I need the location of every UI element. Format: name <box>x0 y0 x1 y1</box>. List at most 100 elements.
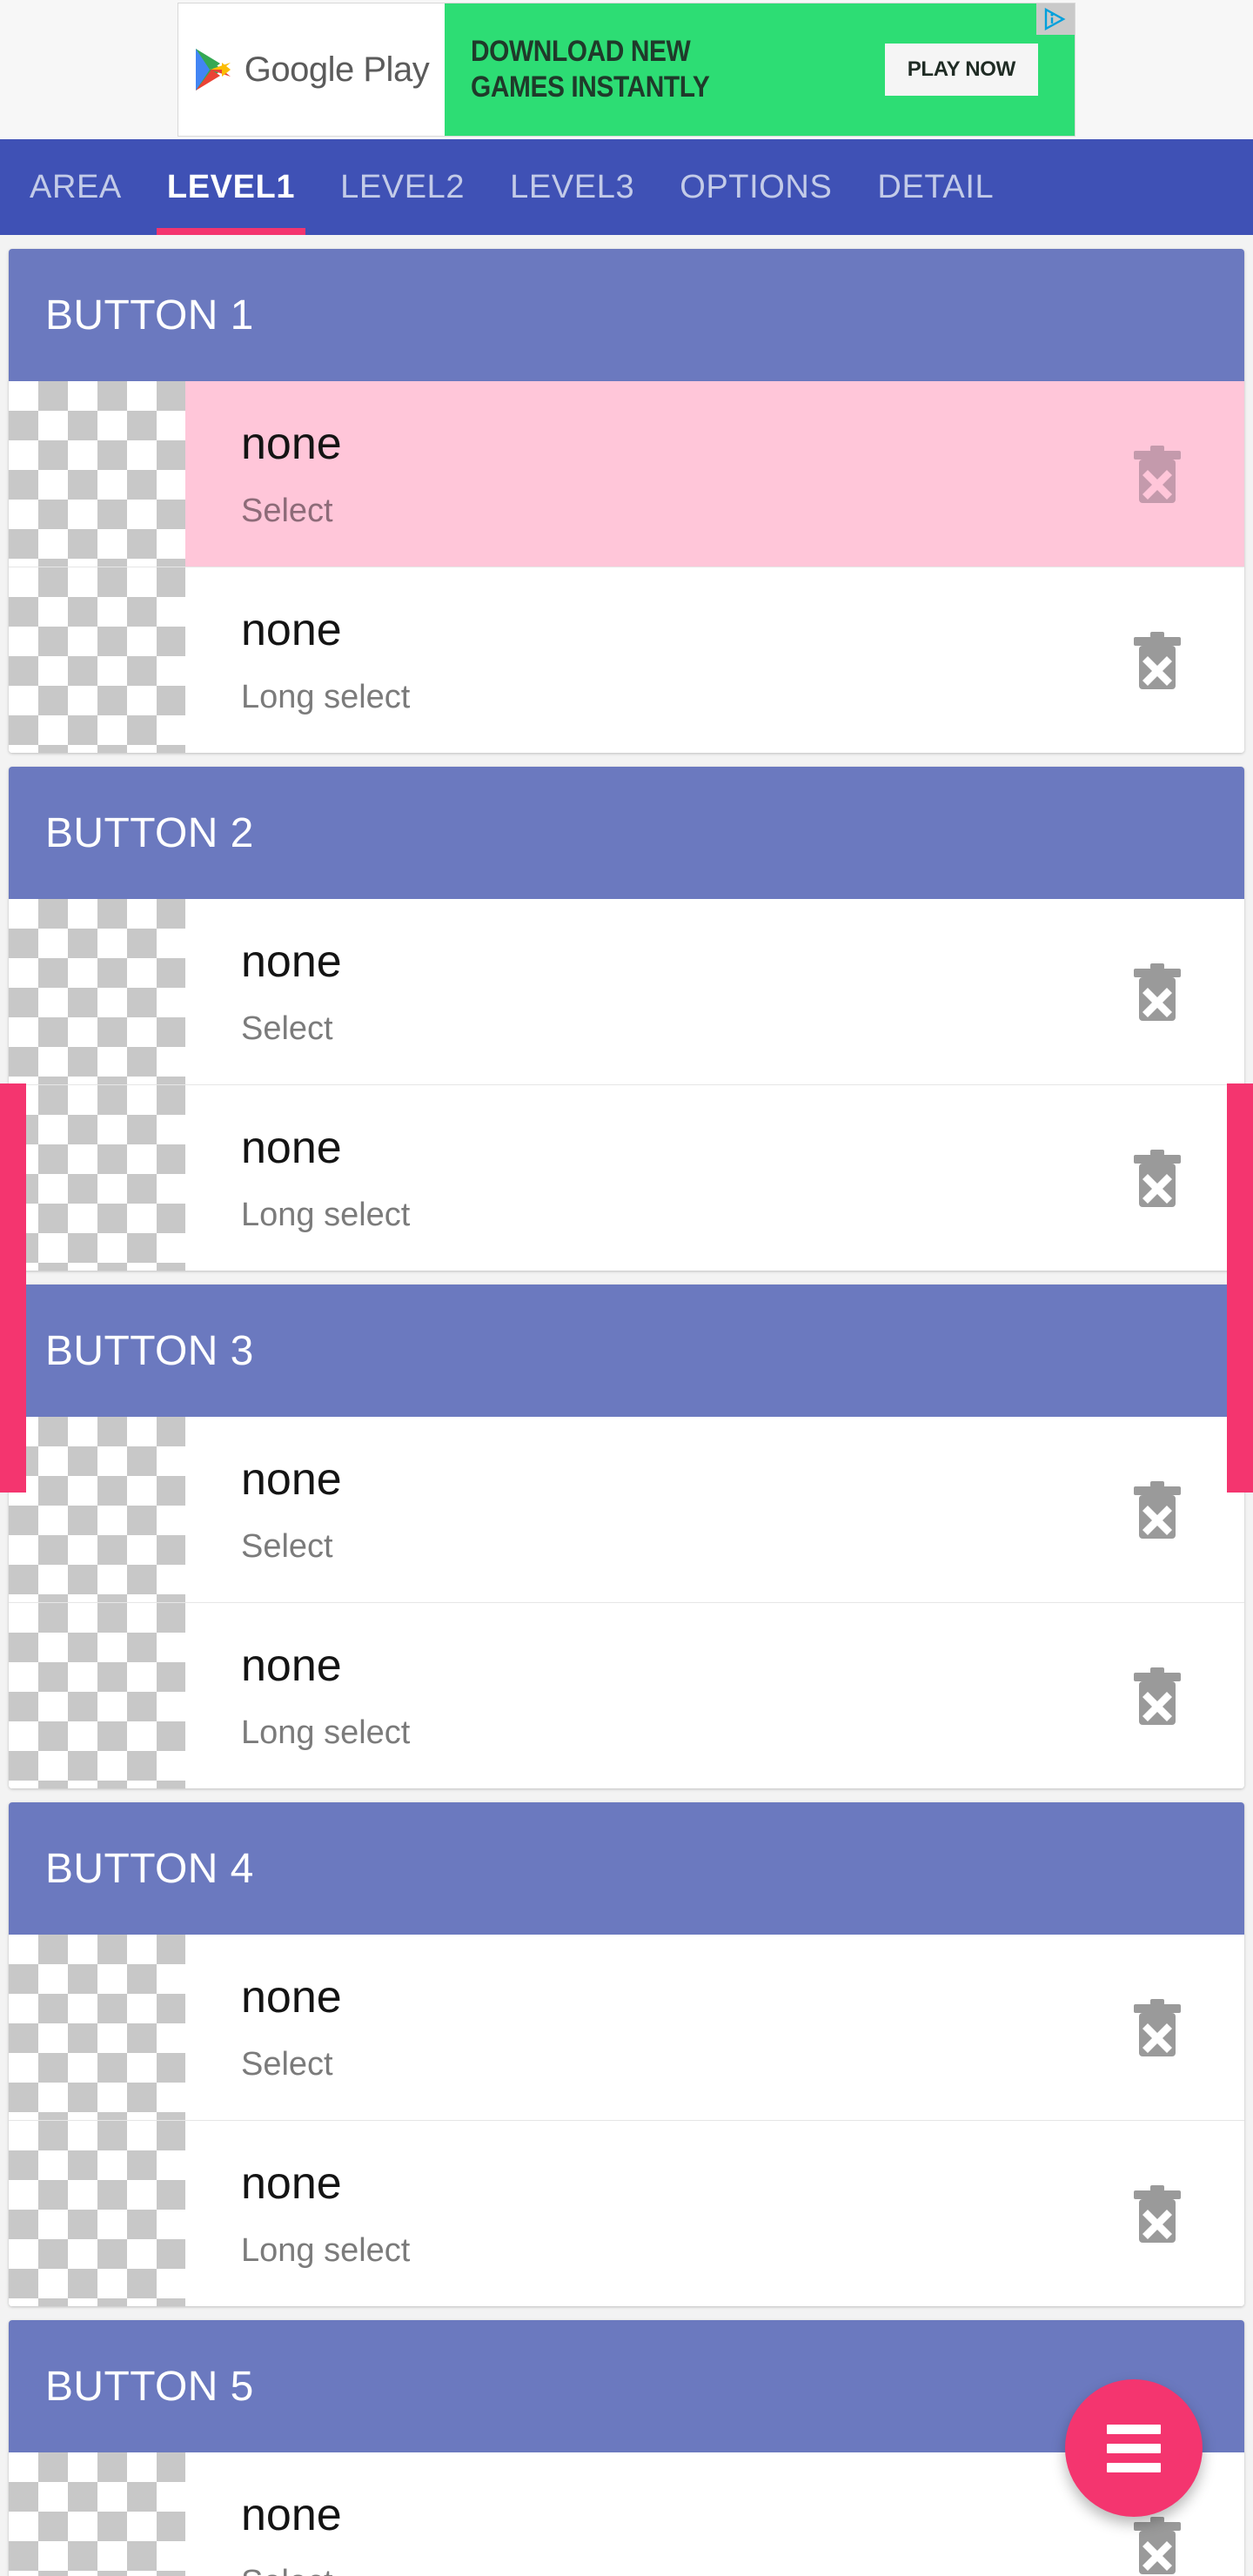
action-row-subtitle: Long select <box>241 1196 411 1233</box>
google-play-triangle-icon <box>194 47 232 92</box>
tab-detail[interactable]: DETAIL <box>854 139 1016 235</box>
hamburger-menu-icon-line-2 <box>1107 2443 1161 2453</box>
action-row[interactable]: none Select <box>9 899 1244 1084</box>
ad-inner[interactable]: Google Play DOWNLOAD NEW GAMES INSTANTLY… <box>178 3 1075 136</box>
tab-label: AREA <box>30 168 122 205</box>
section-header-button-2[interactable]: BUTTON 2 <box>9 767 1244 899</box>
delete-button[interactable] <box>1070 567 1244 753</box>
tab-label: LEVEL3 <box>510 168 635 205</box>
action-row[interactable]: none Long select <box>9 1602 1244 1788</box>
action-row-subtitle: Long select <box>241 678 411 715</box>
trash-x-icon <box>1130 1664 1184 1728</box>
tab-area[interactable]: AREA <box>0 139 144 235</box>
trash-x-icon <box>1130 1146 1184 1211</box>
action-row[interactable]: none Select <box>9 381 1244 567</box>
checkerboard-thumbnail-icon[interactable] <box>9 567 185 753</box>
tab-label: OPTIONS <box>680 168 833 205</box>
swipe-edge-bar-right[interactable] <box>1227 1083 1253 1493</box>
section-header-title: BUTTON 4 <box>45 1845 254 1892</box>
trash-x-icon <box>1130 628 1184 693</box>
menu-fab-button[interactable] <box>1065 2379 1203 2517</box>
section-header-title: BUTTON 2 <box>45 809 254 856</box>
action-row[interactable]: none Long select <box>9 567 1244 753</box>
action-row[interactable]: none Select <box>9 2452 1244 2576</box>
ad-brand-logo-box: Google Play <box>178 3 445 136</box>
ad-play-now-button[interactable]: PLAY NOW <box>884 44 1038 96</box>
action-row-title: none <box>241 1972 342 2023</box>
section-header-title: BUTTON 1 <box>45 292 254 339</box>
action-row-title: none <box>241 1454 342 1506</box>
button-group-card: BUTTON 4 none Select none Long select <box>9 1802 1244 2306</box>
action-row-subtitle: Select <box>241 1010 333 1047</box>
delete-button[interactable] <box>1070 1935 1244 2120</box>
delete-button[interactable] <box>1070 899 1244 1084</box>
trash-x-icon <box>1130 442 1184 506</box>
action-row-subtitle: Select <box>241 2566 1070 2576</box>
tab-bar[interactable]: AREA LEVEL1 LEVEL2 LEVEL3 OPTIONS DETAIL <box>0 139 1253 235</box>
action-row-title: none <box>241 1640 342 1692</box>
checkerboard-thumbnail-icon[interactable] <box>9 1085 185 1271</box>
action-row-subtitle: Long select <box>241 2231 411 2269</box>
checkerboard-thumbnail-icon[interactable] <box>9 1417 185 1602</box>
action-row-title: none <box>241 2158 342 2210</box>
ad-headline-line2: GAMES INSTANTLY <box>471 70 710 104</box>
checkerboard-thumbnail-icon[interactable] <box>9 2452 185 2576</box>
action-row-subtitle: Select <box>241 2045 333 2083</box>
delete-button[interactable] <box>1070 1085 1244 1271</box>
delete-button[interactable] <box>1070 1417 1244 1602</box>
action-row-body: none Select <box>185 899 1070 1084</box>
advertisement-banner[interactable]: Google Play DOWNLOAD NEW GAMES INSTANTLY… <box>0 0 1253 139</box>
tab-label: LEVEL2 <box>340 168 466 205</box>
action-row-body: none Select <box>185 1935 1070 2120</box>
button-group-card: BUTTON 2 none Select none Long select <box>9 767 1244 1271</box>
tab-label: LEVEL1 <box>166 168 296 205</box>
checkerboard-thumbnail-icon[interactable] <box>9 1935 185 2120</box>
tab-level3[interactable]: LEVEL3 <box>487 139 657 235</box>
delete-button[interactable] <box>1070 381 1244 567</box>
section-header-title: BUTTON 5 <box>45 2363 254 2410</box>
action-row-subtitle: Select <box>241 1527 333 1565</box>
ad-headline-line1: DOWNLOAD NEW <box>471 34 691 68</box>
tab-level1[interactable]: LEVEL1 <box>144 139 318 235</box>
action-row-subtitle: Long select <box>241 1714 411 1751</box>
action-row[interactable]: none Select <box>9 1935 1244 2120</box>
ad-brand-label: Google Play <box>244 50 430 89</box>
hamburger-menu-icon-line-1 <box>1107 2424 1161 2434</box>
adchoices-icon[interactable] <box>1036 3 1075 35</box>
section-header-button-1[interactable]: BUTTON 1 <box>9 249 1244 381</box>
action-row-body: none Select <box>185 2452 1070 2576</box>
action-row[interactable]: none Long select <box>9 1084 1244 1271</box>
swipe-edge-bar-left[interactable] <box>0 1083 26 1493</box>
action-row-body: none Long select <box>185 2121 1070 2306</box>
checkerboard-thumbnail-icon[interactable] <box>9 1603 185 1788</box>
action-row-body: none Long select <box>185 1085 1070 1271</box>
delete-button[interactable] <box>1070 2121 1244 2306</box>
checkerboard-thumbnail-icon[interactable] <box>9 381 185 567</box>
trash-x-icon <box>1130 1996 1184 2060</box>
action-row-title: none <box>241 605 342 656</box>
trash-x-icon <box>1130 2182 1184 2246</box>
action-row-title: none <box>241 419 342 470</box>
content-scroll-area[interactable]: BUTTON 1 none Select none Long select BUTTON … <box>0 235 1253 2576</box>
action-row-body: none Select <box>185 1417 1070 1602</box>
section-header-button-3[interactable]: BUTTON 3 <box>9 1285 1244 1417</box>
action-row-body: none Select <box>185 381 1070 567</box>
action-row[interactable]: none Select <box>9 1417 1244 1602</box>
action-row-title: none <box>241 936 342 988</box>
checkerboard-thumbnail-icon[interactable] <box>9 2121 185 2306</box>
section-header-button-5[interactable]: BUTTON 5 <box>9 2320 1244 2452</box>
delete-button[interactable] <box>1070 1603 1244 1788</box>
tab-options[interactable]: OPTIONS <box>657 139 854 235</box>
checkerboard-thumbnail-icon[interactable] <box>9 899 185 1084</box>
button-group-card: BUTTON 3 none Select none Long select <box>9 1285 1244 1788</box>
button-group-card: BUTTON 5 none Select <box>9 2320 1244 2576</box>
action-row[interactable]: none Long select <box>9 2120 1244 2306</box>
section-header-button-4[interactable]: BUTTON 4 <box>9 1802 1244 1935</box>
trash-x-icon <box>1130 960 1184 1024</box>
action-row-subtitle: Select <box>241 492 333 529</box>
section-header-title: BUTTON 3 <box>45 1327 254 1374</box>
ad-message-area[interactable]: DOWNLOAD NEW GAMES INSTANTLY PLAY NOW <box>445 3 1075 136</box>
tab-level2[interactable]: LEVEL2 <box>318 139 487 235</box>
action-row-body: none Long select <box>185 1603 1070 1788</box>
trash-x-icon <box>1130 2513 1184 2576</box>
